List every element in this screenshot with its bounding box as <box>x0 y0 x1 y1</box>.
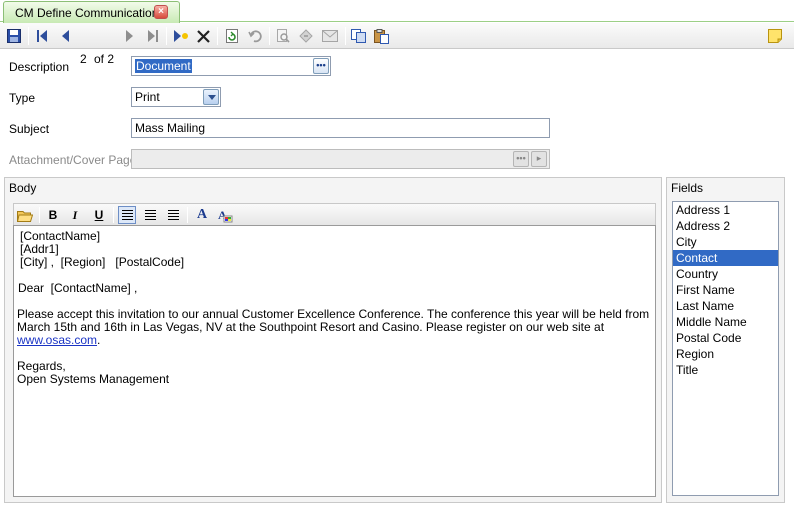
fields-list-item-selected[interactable]: Contact <box>673 250 778 266</box>
refresh-icon[interactable] <box>224 27 240 45</box>
description-field[interactable]: Document <box>131 56 331 76</box>
fields-list-item[interactable]: Postal Code <box>673 330 778 346</box>
fields-list-item[interactable]: First Name <box>673 282 778 298</box>
toolbar-separator <box>39 207 40 223</box>
email-icon[interactable] <box>321 27 339 45</box>
body-line-signature: Open Systems Management <box>17 372 170 386</box>
body-group-title: Body <box>9 181 37 195</box>
attachment-label: Attachment/Cover Page <box>9 153 137 167</box>
attachment-field <box>131 149 550 169</box>
description-label: Description <box>9 60 70 74</box>
tab-close-icon[interactable]: × <box>154 5 168 19</box>
body-paragraph-text: Please accept this invitation to our ann… <box>17 307 650 334</box>
body-line-greeting: Dear [ContactName] , <box>18 281 138 295</box>
process-icon[interactable] <box>298 27 314 45</box>
subject-value: Mass Mailing <box>135 121 206 135</box>
italic-button[interactable]: I <box>66 206 84 224</box>
align-center-button[interactable] <box>141 206 159 224</box>
bold-button[interactable]: B <box>44 206 62 224</box>
save-icon[interactable] <box>6 27 22 45</box>
editor-toolbar: B I U A A <box>13 203 656 225</box>
record-count: of 2 <box>94 52 115 66</box>
toolbar-separator <box>269 27 270 45</box>
toolbar-separator <box>187 207 188 223</box>
font-color-icon[interactable]: A <box>216 206 234 224</box>
fields-list-item[interactable]: Middle Name <box>673 314 778 330</box>
website-link[interactable]: www.osas.com <box>17 333 97 347</box>
preview-icon[interactable] <box>275 27 291 45</box>
body-line-contact-name: [ContactName] <box>20 229 101 243</box>
fields-list-item[interactable]: Region <box>673 346 778 362</box>
toolbar-separator <box>345 27 346 45</box>
body-paragraph: Please accept this invitation to our ann… <box>17 308 652 347</box>
type-dropdown-chevron-icon[interactable] <box>203 89 219 105</box>
delete-icon[interactable] <box>195 27 211 45</box>
attachment-open-arrow-icon: ▸ <box>531 151 547 167</box>
previous-record-icon[interactable] <box>58 27 72 45</box>
notes-icon[interactable] <box>767 27 783 45</box>
align-left-icon <box>121 209 133 221</box>
fields-list-item[interactable]: Last Name <box>673 298 778 314</box>
description-value: Document <box>135 59 192 73</box>
new-record-icon[interactable] <box>171 27 191 45</box>
tab-cm-define-communications[interactable]: CM Define Communications × <box>3 1 180 23</box>
align-right-button[interactable] <box>164 206 182 224</box>
align-left-button[interactable] <box>118 206 136 224</box>
fields-list-item[interactable]: Country <box>673 266 778 282</box>
tab-strip: CM Define Communications × <box>0 0 794 23</box>
attachment-lookup-button: ••• <box>513 151 529 167</box>
toolbar-separator <box>28 27 29 45</box>
copy-icon[interactable] <box>350 27 368 45</box>
fields-group-title: Fields <box>671 181 704 195</box>
body-paragraph-period: . <box>97 333 101 347</box>
toolbar-separator <box>113 207 114 223</box>
fields-list-item[interactable]: Address 2 <box>673 218 778 234</box>
body-editor[interactable]: [ContactName] [Addr1] [City] , [Region] … <box>13 225 656 497</box>
body-line-city-region: [City] , [Region] [PostalCode] <box>20 255 185 269</box>
open-folder-icon[interactable] <box>16 206 34 224</box>
fields-list-item[interactable]: Title <box>673 362 778 378</box>
paste-icon[interactable] <box>373 27 391 45</box>
fields-list[interactable]: Address 1 Address 2 City Contact Country… <box>672 201 779 496</box>
toolbar-separator <box>217 27 218 45</box>
last-record-icon[interactable] <box>145 27 161 45</box>
main-toolbar: 2 of 2 <box>0 23 794 66</box>
align-right-icon <box>167 209 179 221</box>
fields-list-item[interactable]: City <box>673 234 778 250</box>
underline-button[interactable]: U <box>90 206 108 224</box>
description-lookup-button[interactable]: ••• <box>313 58 329 74</box>
record-current[interactable]: 2 <box>80 52 87 66</box>
tab-title: CM Define Communications <box>15 5 165 20</box>
next-record-icon[interactable] <box>122 27 136 45</box>
type-label: Type <box>9 91 36 105</box>
font-button[interactable]: A <box>193 206 211 224</box>
body-line-blank <box>17 347 652 360</box>
subject-input[interactable]: Mass Mailing <box>131 118 550 138</box>
align-center-icon <box>144 209 156 221</box>
undo-icon[interactable] <box>247 27 263 45</box>
fields-list-item[interactable]: Address 1 <box>673 202 778 218</box>
toolbar-separator <box>166 27 167 45</box>
type-value: Print <box>135 90 160 104</box>
subject-label: Subject <box>9 122 50 136</box>
first-record-icon[interactable] <box>34 27 50 45</box>
